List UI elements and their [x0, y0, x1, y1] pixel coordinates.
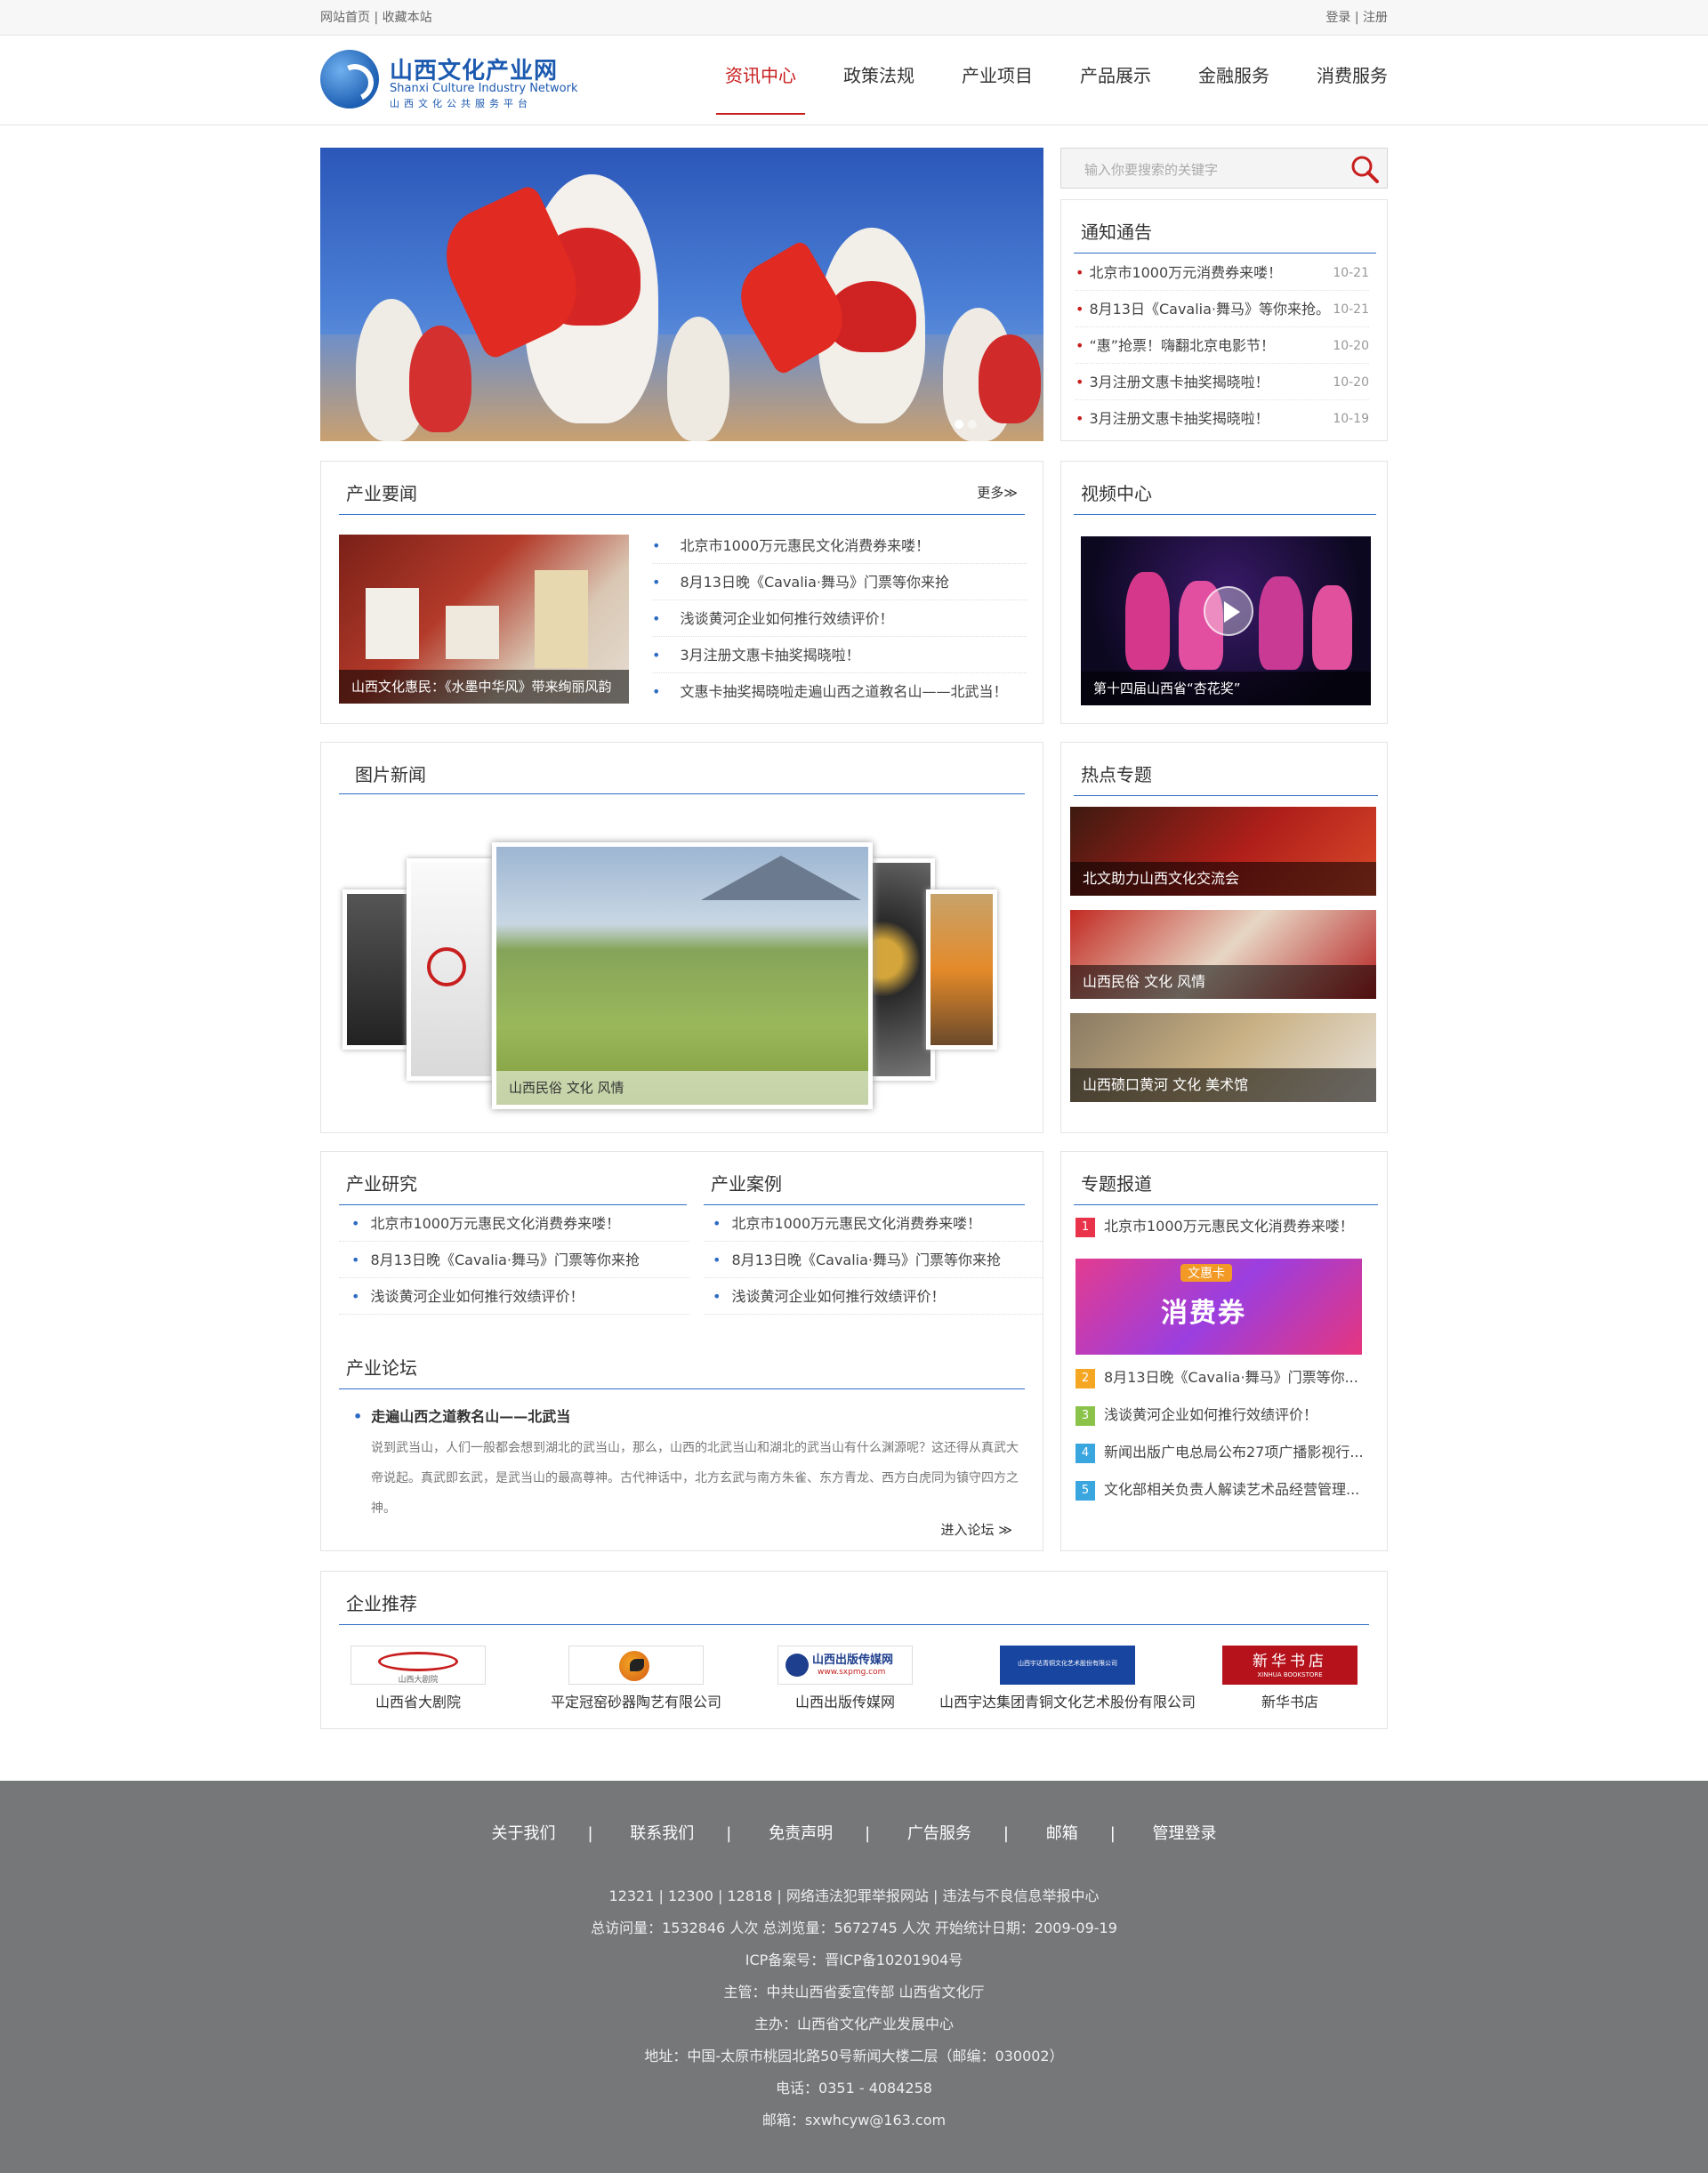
special-title: 专题报道	[1081, 1173, 1152, 1195]
partner-logo: 新华书店 XINHUA BOOKSTORE	[1222, 1646, 1358, 1685]
search-icon[interactable]	[1349, 154, 1380, 184]
special-banner[interactable]: 文惠卡 消费券	[1076, 1259, 1362, 1355]
video-caption: 第十四届山西省“杏花奖”	[1081, 672, 1371, 705]
video-thumbnail[interactable]: 第十四届山西省“杏花奖”	[1081, 536, 1371, 705]
search-box: 输入你要搜索的关键字	[1060, 148, 1388, 189]
special-item[interactable]: 5 文化部相关负责人解读艺术品经营管理...	[1076, 1472, 1369, 1508]
footer-link-ads[interactable]: 广告服务	[907, 1824, 971, 1843]
footer-link-disclaimer[interactable]: 免责声明	[769, 1824, 833, 1843]
special-item[interactable]: 1 北京市1000万元惠民文化消费券来喽！	[1076, 1209, 1369, 1244]
hot-topics-panel: 热点专题 北文助力山西文化交流会 山西民俗 文化 风情 山西碛口黄河 文化 美术…	[1060, 742, 1388, 1133]
footer-link-mail[interactable]: 邮箱	[1046, 1824, 1078, 1843]
photo-news-title: 图片新闻	[355, 764, 426, 785]
special-item[interactable]: 3 浅谈黄河企业如何推行效绩评价！	[1076, 1397, 1369, 1433]
carousel-dot-2[interactable]	[968, 420, 977, 429]
partner-item[interactable]: 山西大剧院 山西省大剧院	[347, 1646, 489, 1712]
news-item[interactable]: • 8月13日晚《Cavalia·舞马》门票等你来抢	[652, 564, 1027, 600]
partners-title: 企业推荐	[346, 1593, 417, 1614]
carousel-dot-1[interactable]	[955, 420, 963, 429]
partner-item[interactable]: 山西出版传媒网 www.sxpmg.com 山西出版传媒网	[765, 1646, 925, 1712]
news-item[interactable]: • 文惠卡抽奖揭晓啦走遍山西之道教名山——北武当！	[652, 673, 1027, 710]
footer-link-contact[interactable]: 联系我们	[630, 1824, 694, 1843]
video-panel: 视频中心 第十四届山西省“杏花奖”	[1060, 461, 1388, 724]
photo-slide[interactable]	[926, 889, 997, 1050]
enter-forum-link[interactable]: 进入论坛 ≫	[941, 1520, 1012, 1539]
notice-item[interactable]: • 3月注册文惠卡抽奖揭晓啦！ 10-19	[1076, 401, 1369, 437]
special-item[interactable]: 4 新闻出版广电总局公布27项广播影视行...	[1076, 1435, 1369, 1470]
video-title: 视频中心	[1081, 483, 1152, 504]
photo-slide-active[interactable]: 山西民俗 文化 风情	[492, 842, 873, 1109]
forum-body: 说到武当山，人们一般都会想到湖北的武当山，那么，山西的北武当山和湖北的武当山有什…	[371, 1441, 1019, 1516]
forum-title: 产业论坛	[346, 1357, 417, 1379]
play-icon[interactable]	[1204, 586, 1253, 636]
industry-news-panel: 产业要闻 更多≫ 山西文化惠民：《水墨中华风》带来绚丽风韵 • 北京市1000万元惠…	[320, 461, 1043, 724]
hot-topic-item[interactable]: 北文助力山西文化交流会	[1070, 807, 1376, 896]
news-item[interactable]: • 北京市1000万元惠民文化消费券来喽！	[652, 527, 1027, 564]
case-item[interactable]: • 8月13日晚《Cavalia·舞马》门票等你来抢	[704, 1242, 1043, 1278]
footer: 关于我们 | 联系我们 | 免责声明 | 广告服务 | 邮箱 | 管理登录 12321 |…	[0, 1781, 1708, 2173]
research-title: 产业研究	[346, 1173, 417, 1195]
hot-topics-title: 热点专题	[1081, 764, 1152, 785]
forum-headline[interactable]: • 走遍山西之道教名山——北武当	[353, 1404, 570, 1426]
research-item[interactable]: • 8月13日晚《Cavalia·舞马》门票等你来抢	[339, 1242, 689, 1278]
cases-title: 产业案例	[711, 1173, 782, 1195]
special-reports-panel: 专题报道 1 北京市1000万元惠民文化消费券来喽！ 文惠卡 消费券 2 8月13日…	[1060, 1151, 1388, 1551]
hot-topic-item[interactable]: 山西碛口黄河 文化 美术馆	[1070, 1013, 1376, 1102]
industry-news-caption: 山西文化惠民：《水墨中华风》带来绚丽风韵	[339, 670, 629, 704]
case-item[interactable]: • 浅谈黄河企业如何推行效绩评价！	[704, 1278, 1043, 1315]
footer-info: 12321 | 12300 | 12818 | 网络违法犯罪举报网站 | 违法与…	[591, 1887, 1117, 2129]
notice-title: 通知通告	[1081, 221, 1152, 243]
research-item[interactable]: • 北京市1000万元惠民文化消费券来喽！	[339, 1205, 689, 1242]
research-panel: 产业研究 • 北京市1000万元惠民文化消费券来喽！ • 8月13日晚《Cavali…	[320, 1151, 1043, 1551]
photo-news-panel: 图片新闻 山西民俗 文化 风情	[320, 742, 1043, 1133]
case-item[interactable]: • 北京市1000万元惠民文化消费券来喽！	[704, 1205, 1043, 1242]
photo-caption: 山西民俗 文化 风情	[496, 1071, 868, 1105]
partner-logo: 山西出版传媒网 www.sxpmg.com	[777, 1646, 913, 1685]
partner-logo: 山西宇达青铜文化艺术股份有限公司	[1000, 1646, 1135, 1685]
photo-slide[interactable]	[407, 858, 495, 1081]
notice-item[interactable]: • “惠”抢票！嗨翻北京电影节！ 10-20	[1076, 328, 1369, 364]
footer-link-about[interactable]: 关于我们	[491, 1824, 555, 1843]
footer-link-admin[interactable]: 管理登录	[1153, 1824, 1217, 1843]
industry-news-image[interactable]: 山西文化惠民：《水墨中华风》带来绚丽风韵	[339, 535, 629, 704]
partner-item[interactable]: 新华书店 XINHUA BOOKSTORE 新华书店	[1214, 1646, 1366, 1712]
special-item[interactable]: 2 8月13日晚《Cavalia·舞马》门票等你...	[1076, 1360, 1369, 1396]
notice-item[interactable]: • 3月注册文惠卡抽奖揭晓啦！ 10-20	[1076, 365, 1369, 400]
footer-links: 关于我们 | 联系我们 | 免责声明 | 广告服务 | 邮箱 | 管理登录	[491, 1824, 1217, 1843]
notice-item[interactable]: • 北京市1000万元消费券来喽！ 10-21	[1076, 255, 1369, 291]
notice-item[interactable]: • 8月13日《Cavalia·舞马》等你来抢。 10-21	[1076, 292, 1369, 327]
photo-slide[interactable]	[342, 889, 414, 1050]
partner-logo	[568, 1646, 704, 1685]
search-input[interactable]: 输入你要搜索的关键字	[1084, 160, 1218, 179]
research-item[interactable]: • 浅谈黄河企业如何推行效绩评价！	[339, 1278, 689, 1315]
hot-topic-item[interactable]: 山西民俗 文化 风情	[1070, 910, 1376, 999]
news-item[interactable]: • 3月注册文惠卡抽奖揭晓啦！	[652, 637, 1027, 673]
notice-panel: 通知通告 • 北京市1000万元消费券来喽！ 10-21 • 8月13日《Cavali…	[1060, 199, 1388, 441]
industry-news-title: 产业要闻	[346, 483, 417, 504]
partner-item[interactable]: 平定冠窑砂器陶艺有限公司	[534, 1646, 738, 1712]
more-link[interactable]: 更多≫	[977, 483, 1018, 502]
news-item[interactable]: • 浅谈黄河企业如何推行效绩评价！	[652, 600, 1027, 637]
partner-item[interactable]: 山西宇达青铜文化艺术股份有限公司 山西宇达集团青铜文化艺术股份有限公司	[934, 1646, 1201, 1712]
partner-logo: 山西大剧院	[350, 1646, 486, 1685]
hero-banner[interactable]	[320, 148, 1043, 441]
